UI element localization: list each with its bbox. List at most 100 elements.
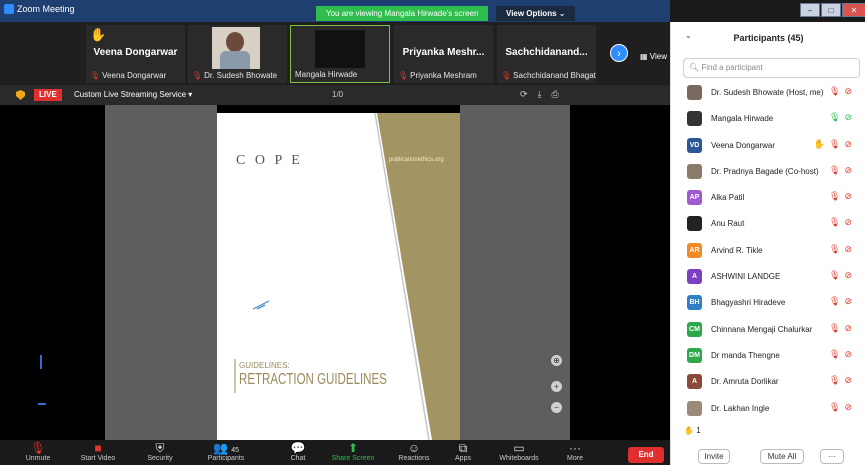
participant-name: Dr. Amruta Dorlikar <box>711 377 779 387</box>
mic-muted-icon: 🎙 <box>30 441 46 455</box>
zoom-window: Zoom Meeting You are viewing Mangala Hir… <box>0 0 865 465</box>
search-icon: 🔍︎ <box>689 63 700 72</box>
viewer-background-left <box>105 105 217 440</box>
window-title: Zoom Meeting <box>17 4 75 14</box>
reactions-button[interactable]: ☺ Reactions <box>392 441 436 462</box>
video-tile-sachchidanand[interactable]: Sachchidanand... 🎙 Sachchidanand Bhagat <box>497 25 596 83</box>
whiteboard-icon: ▭ <box>513 441 525 455</box>
video-tile-priyanka[interactable]: Priyanka Meshr... 🎙 Priyanka Meshram <box>394 25 493 83</box>
start-video-button[interactable]: ■ Start Video <box>74 441 122 462</box>
video-tile-sudesh[interactable]: 🎙 Dr. Sudesh Bhowate <box>188 25 287 83</box>
people-icon: 👥 45 <box>212 441 240 455</box>
shared-screen-area: LIVE Custom Live Streaming Service ▾ 1/0… <box>0 85 670 440</box>
participant-row[interactable]: A Dr. Amruta Dorlikar 🎙⊘ <box>671 369 865 395</box>
mute-all-button[interactable]: Mute All <box>760 449 804 464</box>
close-icon[interactable]: ✕ <box>842 3 865 17</box>
video-off-icon: ⊘ <box>844 112 856 123</box>
tile-display-name: Priyanka Meshr... <box>402 47 485 58</box>
participant-name: Mangala Hirwade <box>711 114 774 124</box>
invite-button[interactable]: Invite <box>698 449 730 464</box>
whiteboards-button[interactable]: ▭ Whiteboards <box>494 441 544 462</box>
video-off-icon: ⊘ <box>844 296 856 307</box>
muted-mic-icon: 🎙 <box>192 71 203 80</box>
avatar: BH <box>687 295 702 311</box>
tile-name-label: Mangala Hirwade <box>295 70 358 79</box>
participants-panel: ⌄ Participants (45) 🔍︎ Find a participan… <box>670 22 865 465</box>
chat-bubble-icon: 💬 <box>290 441 306 455</box>
participant-row[interactable]: A ASHWINI LANDGE 🎙⊘ <box>671 264 865 290</box>
participant-row[interactable]: AP Alka Patil 🎙⊘ <box>671 185 865 211</box>
tile-display-name: Veena Dongarwar <box>93 47 178 58</box>
zoom-in-icon[interactable]: + <box>551 381 562 392</box>
share-screen-button[interactable]: ⬆ Share Screen <box>328 441 378 462</box>
participant-name: Dr. Lakhan Ingle <box>711 403 770 413</box>
participant-status-icons: 🎙⊘ <box>829 375 856 386</box>
participant-name: Arvind R. Tikle <box>711 245 763 255</box>
security-button[interactable]: ⛨ Security <box>140 441 180 462</box>
shield-icon: ⛨ <box>155 441 165 455</box>
view-toggle-button[interactable]: ▦ View <box>640 52 667 61</box>
live-badge[interactable]: LIVE <box>34 89 62 101</box>
participant-row[interactable]: DM Dr manda Thengne 🎙⊘ <box>671 343 865 369</box>
muted-mic-icon: 🎙 <box>829 138 845 149</box>
avatar <box>687 85 702 100</box>
muted-mic-icon: 🎙 <box>829 270 845 281</box>
apps-button[interactable]: ⧉ Apps <box>448 441 478 462</box>
participant-status-icons: 🎙⊘ <box>829 191 856 202</box>
viewer-tools[interactable]: ⟳⤓⎙ <box>520 89 569 100</box>
video-off-icon: ⊘ <box>844 138 856 149</box>
participants-button[interactable]: 👥 45 Participants <box>200 441 252 462</box>
download-icon: ⤓ <box>537 89 552 99</box>
avatar: CM <box>687 321 702 337</box>
smiley-icon: ☺ <box>407 441 421 455</box>
chat-button[interactable]: 💬 Chat <box>284 441 312 462</box>
document-title: RETRACTION GUIDELINES <box>239 371 387 388</box>
participant-status-icons: 🎙⊘ <box>829 165 856 176</box>
more-button[interactable]: ··· More <box>560 441 590 462</box>
participant-photo <box>212 27 260 69</box>
participant-row[interactable]: VD Veena Dongarwar ✋🎙⊘ <box>671 133 865 159</box>
end-meeting-button[interactable]: End <box>628 447 664 463</box>
apps-icon: ⧉ <box>458 441 468 455</box>
meeting-toolbar: 🎙 Unmute ■ Start Video ⛨ Security 👥 45 Parti… <box>0 440 670 465</box>
participant-row[interactable]: Mangala Hirwade 🎙⊘ <box>671 106 865 132</box>
muted-mic-icon: 🎙 <box>829 191 845 202</box>
participant-row[interactable]: Dr. Pradnya Bagade (Co-host) 🎙⊘ <box>671 159 865 185</box>
muted-mic-icon: 🎙 <box>829 401 845 412</box>
participant-row[interactable]: Dr. Lakhan Ingle 🎙⊘ <box>671 396 865 422</box>
participant-search-input[interactable]: 🔍︎ Find a participant <box>683 58 860 78</box>
participant-status-icons: ✋🎙⊘ <box>814 139 856 150</box>
fit-page-icon[interactable]: ⊕ <box>551 355 562 366</box>
zoom-out-icon[interactable]: − <box>551 402 562 413</box>
minimize-icon[interactable]: – <box>800 3 820 17</box>
muted-mic-icon: 🎙 <box>829 322 845 333</box>
tile-name-label: 🎙 Dr. Sudesh Bhowate <box>192 71 278 80</box>
video-off-icon: ⊘ <box>844 217 856 228</box>
view-options-button[interactable]: View Options ⌄ <box>496 6 576 21</box>
muted-mic-icon: 🎙 <box>829 217 845 228</box>
participant-status-icons: 🎙⊘ <box>829 112 856 123</box>
next-page-arrow-icon[interactable]: › <box>610 44 628 62</box>
viewing-banner: You are viewing Mangala Hirwade's screen <box>316 6 489 21</box>
participant-row[interactable]: AR Arvind R. Tikle 🎙⊘ <box>671 238 865 264</box>
muted-mic-icon: 🎙 <box>829 164 845 175</box>
participant-video-dark <box>315 30 365 68</box>
video-tile-veena[interactable]: ✋ Veena Dongarwar 🎙 Veena Dongarwar <box>86 25 185 83</box>
page-indicator: 1/0 <box>332 90 344 99</box>
muted-mic-icon: 🎙 <box>829 375 845 386</box>
participant-row[interactable]: CM Chinnana Mengaji Chalurkar 🎙⊘ <box>671 317 865 343</box>
live-stream-menu[interactable]: Custom Live Streaming Service ▾ <box>74 90 192 99</box>
participant-row[interactable]: Anu Raut 🎙⊘ <box>671 211 865 237</box>
window-controls: – □ ✕ <box>800 3 865 17</box>
video-off-icon: ⊘ <box>844 270 856 281</box>
avatar <box>687 111 702 127</box>
unmute-button[interactable]: 🎙 Unmute <box>20 441 56 462</box>
participant-row[interactable]: Dr. Sudesh Bhowate (Host, me) 🎙⊘ <box>671 80 865 106</box>
video-tile-mangala[interactable]: Mangala Hirwade <box>290 25 390 83</box>
avatar: DM <box>687 347 702 363</box>
panel-more-button[interactable]: ··· <box>820 449 844 464</box>
participant-name: Dr manda Thengne <box>711 350 780 360</box>
participant-name: Bhagyashri Hiradeve <box>711 298 786 308</box>
maximize-icon[interactable]: □ <box>821 3 841 17</box>
participant-row[interactable]: BH Bhagyashri Hiradeve 🎙⊘ <box>671 290 865 316</box>
